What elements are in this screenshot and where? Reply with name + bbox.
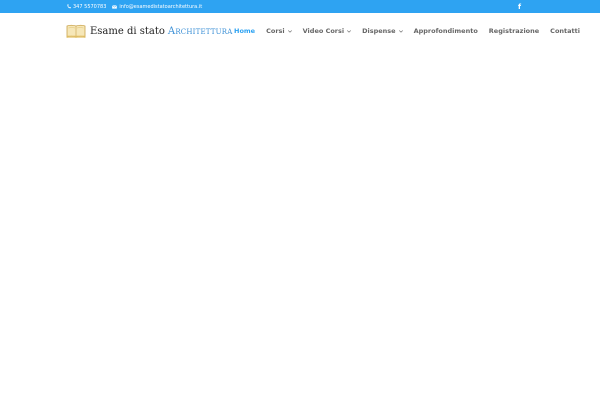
phone-number: 347 5570783 — [73, 3, 107, 10]
logo-text-secondary: Architettura — [167, 25, 233, 37]
nav-item-approfondimento[interactable]: Approfondimento — [414, 27, 478, 35]
phone-icon — [67, 4, 71, 9]
nav-label-approfondimento: Approfondimento — [413, 27, 478, 35]
nav-label-corsi: Corsi — [266, 27, 285, 35]
facebook-icon: f — [518, 2, 522, 11]
nav-item-contatti[interactable]: Contatti — [550, 27, 580, 35]
main-navigation: Home Corsi Video Corsi Dispense Approfon… — [234, 26, 591, 36]
nav-label-home: Home — [234, 27, 256, 35]
nav-label-video-corsi: Video Corsi — [302, 27, 345, 35]
chevron-down-icon — [287, 29, 292, 33]
nav-label-dispense: Dispense — [362, 27, 396, 35]
envelope-icon — [112, 4, 118, 9]
contact-info: 347 5570783 info@esamedistatoarchitettur… — [67, 0, 208, 13]
phone-link[interactable]: 347 5570783 — [67, 4, 106, 10]
nav-label-contatti: Contatti — [550, 27, 580, 35]
top-bar: 347 5570783 info@esamedistatoarchitettur… — [0, 0, 600, 13]
book-logo-icon — [66, 24, 86, 38]
nav-item-corsi[interactable]: Corsi — [266, 27, 292, 35]
email-address: info@esamedistatoarchitettura.it — [119, 3, 203, 10]
site-header: Esame di stato Architettura Home Corsi V… — [0, 13, 600, 48]
nav-item-dispense[interactable]: Dispense — [362, 27, 403, 35]
email-link[interactable]: info@esamedistatoarchitettura.it — [112, 4, 202, 10]
nav-item-video-corsi[interactable]: Video Corsi — [302, 27, 352, 35]
logo-text-primary: Esame di stato — [90, 25, 165, 37]
chevron-down-icon — [398, 29, 403, 33]
nav-item-registrazione[interactable]: Registrazione — [489, 27, 539, 35]
facebook-link[interactable]: f — [518, 0, 521, 13]
main-content — [0, 48, 600, 400]
chevron-down-icon — [347, 29, 352, 33]
nav-label-registrazione: Registrazione — [488, 27, 540, 35]
nav-item-home[interactable]: Home — [234, 27, 255, 35]
site-logo[interactable]: Esame di stato Architettura — [66, 21, 233, 41]
